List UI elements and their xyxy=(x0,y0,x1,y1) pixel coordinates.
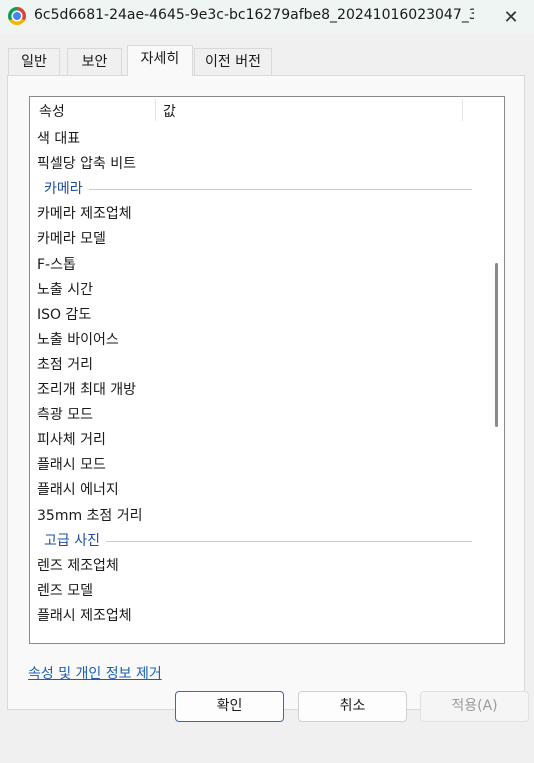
property-row[interactable]: 색 대표 xyxy=(37,127,80,151)
property-row[interactable]: 렌즈 모델 xyxy=(37,579,93,603)
group-divider xyxy=(106,541,472,542)
property-row[interactable]: 카메라 모델 xyxy=(37,227,106,251)
details-panel: 속성 값 색 대표 픽셀당 압축 비트 카메라 카메라 제조업체 카메라 모델 F-스톱 노… xyxy=(7,75,525,710)
property-list[interactable]: 속성 값 색 대표 픽셀당 압축 비트 카메라 카메라 제조업체 카메라 모델 F-스톱 노… xyxy=(29,96,505,644)
column-header-value[interactable]: 값 xyxy=(163,101,176,121)
apply-button[interactable]: 적용(A) xyxy=(420,691,529,722)
remove-properties-link[interactable]: 속성 및 개인 정보 제거 xyxy=(28,663,162,683)
property-row[interactable]: 플래시 에너지 xyxy=(37,478,119,502)
close-button[interactable]: ✕ xyxy=(488,0,534,34)
property-row[interactable]: 35mm 초점 거리 xyxy=(37,504,143,528)
property-row[interactable]: 조리개 최대 개방 xyxy=(37,378,136,402)
property-row[interactable]: 플래시 모드 xyxy=(37,453,106,477)
group-divider xyxy=(89,189,472,190)
chrome-icon xyxy=(8,7,26,25)
title-bar: 6c5d6681-24ae-4645-9e3c-bc16279afbe8_202… xyxy=(0,0,534,34)
tab-details[interactable]: 자세히 xyxy=(127,45,193,76)
vertical-scrollbar[interactable] xyxy=(490,97,504,643)
property-row[interactable]: 노출 바이어스 xyxy=(37,328,119,352)
group-header[interactable]: 고급 사진 xyxy=(44,529,100,553)
property-row[interactable]: 피사체 거리 xyxy=(37,428,106,452)
column-header-property[interactable]: 속성 xyxy=(39,101,65,121)
window-title: 6c5d6681-24ae-4645-9e3c-bc16279afbe8_202… xyxy=(34,7,474,23)
column-divider[interactable] xyxy=(462,99,463,121)
property-row[interactable]: ISO 감도 xyxy=(37,303,91,327)
tab-general[interactable]: 일반 xyxy=(8,48,60,75)
group-header[interactable]: 카메라 xyxy=(44,177,83,201)
property-row[interactable]: 카메라 제조업체 xyxy=(37,202,132,226)
property-row[interactable]: 플래시 제조업체 xyxy=(37,604,132,628)
property-row[interactable]: 렌즈 제조업체 xyxy=(37,554,119,578)
property-row[interactable]: 픽셀당 압축 비트 xyxy=(37,152,136,176)
tab-previous-versions[interactable]: 이전 버전 xyxy=(194,48,272,75)
column-divider[interactable] xyxy=(155,99,156,121)
list-header: 속성 값 xyxy=(30,97,490,123)
scrollbar-thumb[interactable] xyxy=(495,263,498,427)
dialog-content: 일반 보안 자세히 이전 버전 속성 값 색 대표 픽셀당 압축 비트 카메라 카메라… xyxy=(0,34,534,763)
ok-button[interactable]: 확인 xyxy=(175,691,284,722)
property-row[interactable]: 초점 거리 xyxy=(37,353,93,377)
property-row[interactable]: 측광 모드 xyxy=(37,403,93,427)
tab-security[interactable]: 보안 xyxy=(67,48,122,75)
cancel-button[interactable]: 취소 xyxy=(298,691,407,722)
property-row[interactable]: F-스톱 xyxy=(37,253,76,277)
property-row[interactable]: 노출 시간 xyxy=(37,278,93,302)
